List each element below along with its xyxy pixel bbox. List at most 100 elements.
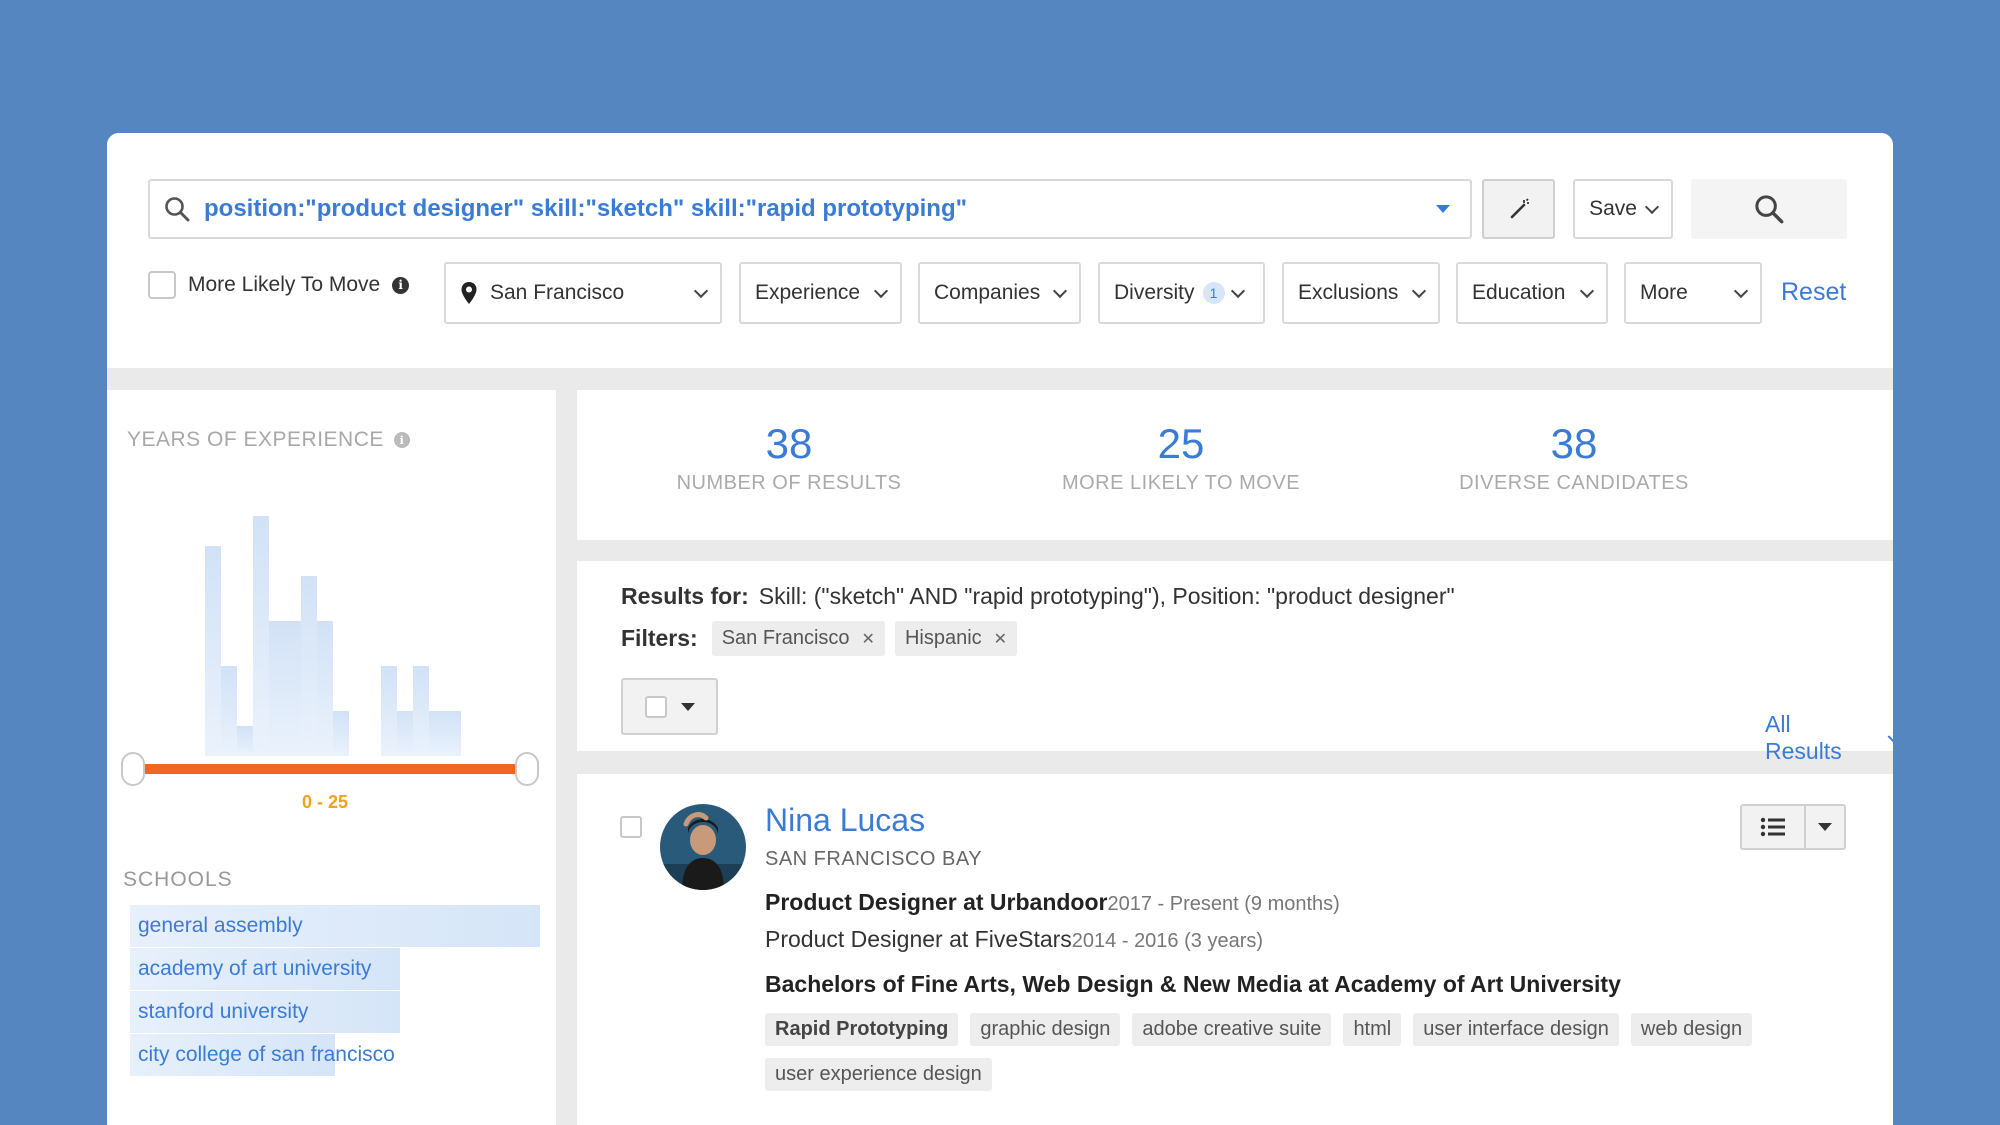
schools-title: SCHOOLS — [123, 868, 233, 891]
range-min-handle[interactable] — [121, 752, 145, 786]
histogram-bar — [381, 666, 397, 756]
filter-chip[interactable]: San Francisco ✕ — [711, 621, 885, 656]
school-item[interactable]: general assembly — [130, 905, 303, 947]
candidate-card: Nina Lucas SAN FRANCISCO BAY Product Des… — [577, 774, 1893, 1125]
skill-tag[interactable]: adobe creative suite — [1132, 1013, 1332, 1046]
candidate-name-link[interactable]: Nina Lucas — [765, 802, 925, 839]
filter-chip[interactable]: Hispanic ✕ — [894, 621, 1018, 656]
more-likely-to-move-toggle[interactable]: More Likely To Move i — [148, 271, 410, 299]
histogram-bar — [301, 576, 317, 756]
candidate-education: Bachelors of Fine Arts, Web Design & New… — [765, 971, 1621, 997]
map-pin-icon — [461, 282, 477, 304]
histogram-bar — [221, 666, 237, 756]
experience-histogram — [205, 516, 461, 756]
range-max-handle[interactable] — [515, 752, 539, 786]
list-dropdown-toggle[interactable] — [1804, 806, 1844, 848]
location-filter-label: San Francisco — [490, 281, 625, 304]
skill-tag[interactable]: user interface design — [1413, 1013, 1619, 1046]
results-scope-dropdown[interactable]: All Results — [1765, 711, 1893, 765]
histogram-bar — [445, 711, 461, 756]
chevron-down-icon — [1579, 283, 1595, 298]
search-dropdown-caret-icon[interactable] — [1436, 205, 1450, 213]
info-icon[interactable]: i — [392, 276, 410, 294]
filters-label: Filters: — [621, 625, 698, 651]
chevron-down-icon — [1411, 283, 1427, 298]
school-item[interactable]: city college of san francisco — [130, 1034, 395, 1076]
results-for-label: Results for: — [621, 583, 749, 609]
result-stats-panel: 38 NUMBER OF RESULTS 25 MORE LIKELY TO M… — [577, 390, 1893, 540]
facets-sidebar: YEARS OF EXPERIENCE i 0 - 25 SCHOOLS gen… — [107, 390, 556, 1125]
histogram-bar — [429, 711, 445, 756]
magic-wand-icon — [1510, 198, 1529, 219]
histogram-bar — [237, 726, 253, 756]
position-title: Product Designer at FiveStars — [765, 926, 1072, 952]
diversity-count-badge: 1 — [1202, 282, 1225, 304]
remove-chip-icon[interactable]: ✕ — [862, 629, 875, 649]
more-likely-checkbox[interactable] — [148, 271, 176, 299]
chevron-down-icon — [693, 283, 709, 298]
select-all-checkbox[interactable] — [644, 695, 667, 718]
location-filter-dropdown[interactable]: San Francisco — [444, 262, 722, 324]
bulk-select-dropdown[interactable] — [621, 678, 718, 735]
caret-down-icon — [1818, 823, 1832, 831]
exclusions-filter-label: Exclusions — [1298, 281, 1399, 304]
previous-position: Product Designer at FiveStars2014 - 2016… — [765, 926, 1263, 953]
chevron-down-icon — [1644, 199, 1660, 214]
skill-tag[interactable]: html — [1343, 1013, 1402, 1046]
more-filter-dropdown[interactable]: More — [1624, 262, 1762, 324]
histogram-bar — [397, 711, 413, 756]
active-filters: Filters: San Francisco ✕ Hispanic ✕ — [621, 621, 1018, 656]
education-filter-label: Education — [1472, 281, 1566, 304]
stat-value: 38 — [1550, 420, 1598, 467]
position-dates: 2017 - Present (9 months) — [1107, 893, 1340, 915]
position-title: Product Designer at Urbandoor — [765, 889, 1108, 915]
skill-tag[interactable]: Rapid Prototyping — [765, 1013, 959, 1046]
save-search-button[interactable]: Save — [1573, 179, 1673, 239]
stat-number-of-results: 38 NUMBER OF RESULTS — [629, 420, 949, 495]
search-submit-button[interactable] — [1691, 179, 1847, 239]
stat-value: 25 — [1157, 420, 1205, 467]
skill-tags: Rapid Prototyping graphic design adobe c… — [765, 1013, 1865, 1091]
diversity-filter-dropdown[interactable]: Diversity 1 — [1098, 262, 1265, 324]
school-item[interactable]: academy of art university — [130, 948, 371, 990]
skill-tag[interactable]: web design — [1630, 1013, 1753, 1046]
school-item[interactable]: stanford university — [130, 991, 308, 1033]
results-for-text: Skill: ("sketch" AND "rapid prototyping"… — [758, 583, 1455, 609]
current-position: Product Designer at Urbandoor2017 - Pres… — [765, 889, 1340, 916]
companies-filter-dropdown[interactable]: Companies — [918, 262, 1081, 324]
chevron-down-icon — [1733, 283, 1749, 298]
results-for-line: Results for: Skill: ("sketch" AND "rapid … — [621, 583, 1455, 610]
filter-chip-label: Hispanic — [904, 627, 982, 649]
list-action[interactable] — [1742, 806, 1804, 848]
skill-tag[interactable]: graphic design — [970, 1013, 1121, 1046]
search-input[interactable]: position:"product designer" skill:"sketc… — [148, 179, 1472, 239]
avatar-photo-icon — [660, 804, 746, 890]
education-filter-dropdown[interactable]: Education — [1456, 262, 1608, 324]
diversity-filter-label: Diversity — [1114, 281, 1195, 304]
chevron-down-icon — [1052, 283, 1068, 298]
list-icon — [1760, 817, 1785, 837]
candidate-select-checkbox[interactable] — [620, 816, 642, 838]
magic-wand-button[interactable] — [1482, 179, 1555, 239]
filter-chip-label: San Francisco — [721, 627, 850, 649]
exclusions-filter-dropdown[interactable]: Exclusions — [1282, 262, 1440, 324]
reset-filters-link[interactable]: Reset — [1781, 278, 1846, 307]
stat-label: DIVERSE CANDIDATES — [1459, 472, 1689, 494]
search-icon — [165, 197, 190, 222]
candidate-location: SAN FRANCISCO BAY — [765, 848, 983, 870]
experience-range-track[interactable] — [131, 764, 531, 774]
avatar[interactable] — [660, 804, 746, 890]
remove-chip-icon[interactable]: ✕ — [994, 629, 1007, 649]
search-query-text[interactable]: position:"product designer" skill:"sketc… — [204, 195, 1436, 223]
results-header: Results for: Skill: ("sketch" AND "rapid … — [577, 561, 1893, 764]
experience-range-value: 0 - 25 — [302, 792, 349, 812]
experience-filter-label: Experience — [755, 281, 861, 304]
more-filter-label: More — [1640, 281, 1688, 304]
skill-tag[interactable]: user experience design — [765, 1058, 992, 1091]
chevron-down-icon — [1230, 283, 1245, 298]
search-icon — [1755, 195, 1784, 224]
add-to-list-button[interactable] — [1740, 804, 1846, 850]
experience-filter-dropdown[interactable]: Experience — [739, 262, 902, 324]
stat-diverse-candidates: 38 DIVERSE CANDIDATES — [1414, 420, 1734, 495]
histogram-bar — [253, 516, 269, 756]
